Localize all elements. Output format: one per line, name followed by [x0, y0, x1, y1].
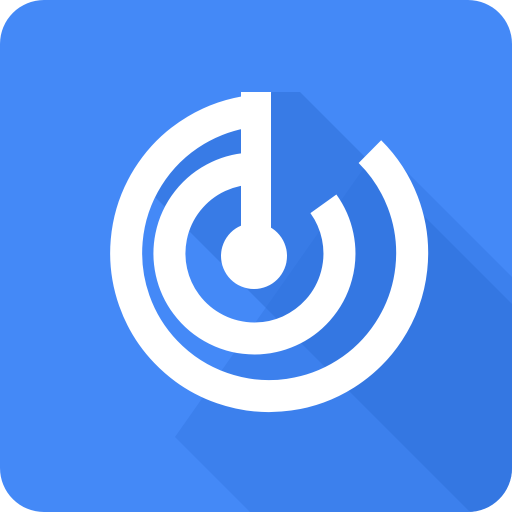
radar-target-icon — [0, 0, 512, 512]
center-dot — [221, 223, 287, 289]
app-icon — [0, 0, 512, 512]
